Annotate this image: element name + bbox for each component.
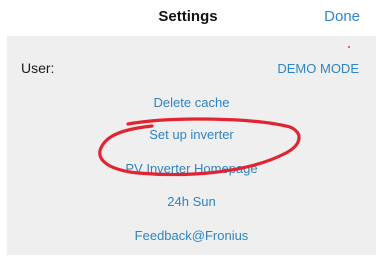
settings-panel: User: DEMO MODE Delete cache Set up inve… xyxy=(7,36,376,255)
24h-sun-button[interactable]: 24h Sun xyxy=(7,194,376,209)
indicator-dot xyxy=(348,46,350,48)
user-label: User: xyxy=(21,60,55,76)
pv-inverter-homepage-button[interactable]: PV Inverter Homepage xyxy=(7,161,376,176)
demo-mode-button[interactable]: DEMO MODE xyxy=(277,61,359,76)
page-title: Settings xyxy=(158,8,218,25)
done-button[interactable]: Done xyxy=(324,8,360,25)
set-up-inverter-button[interactable]: Set up inverter xyxy=(7,127,376,142)
feedback-button[interactable]: Feedback@Fronius xyxy=(7,228,376,243)
nav-bar: Settings Done xyxy=(0,0,376,34)
delete-cache-button[interactable]: Delete cache xyxy=(7,95,376,110)
